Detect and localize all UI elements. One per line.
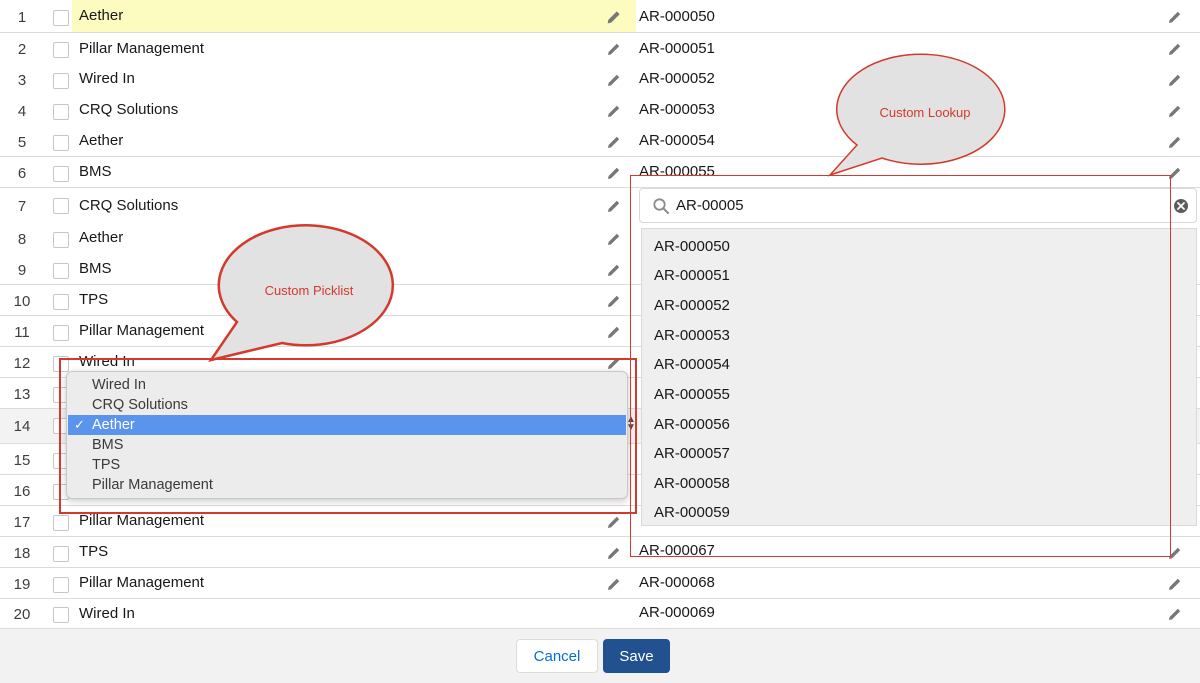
name-cell[interactable]: Pillar Management (72, 574, 636, 591)
name-cell[interactable]: BMS (72, 163, 636, 180)
pencil-icon[interactable] (1168, 607, 1182, 621)
row-checkbox[interactable] (53, 135, 69, 151)
table-row: 19 Pillar Management AR-000068 (0, 568, 1200, 599)
name-cell[interactable]: Aether (72, 229, 636, 246)
pencil-icon[interactable] (607, 166, 621, 180)
lookup-cell[interactable]: AR-000069 (632, 604, 1200, 621)
pencil-icon[interactable] (607, 73, 621, 87)
row-checkbox[interactable] (53, 198, 69, 214)
row-checkbox[interactable] (53, 546, 69, 562)
row-checkbox[interactable] (53, 294, 69, 310)
row-number: 8 (17, 231, 27, 248)
name-cell[interactable]: Aether (72, 0, 636, 32)
pencil-icon[interactable] (607, 263, 621, 277)
pencil-icon[interactable] (607, 232, 621, 246)
row-number: 17 (13, 514, 31, 531)
row-number: 1 (17, 9, 27, 26)
row-checkbox[interactable] (53, 73, 69, 89)
row-checkbox[interactable] (53, 104, 69, 120)
table-row: 3 Wired In AR-000052 (0, 64, 1200, 96)
lookup-cell[interactable]: AR-000053 (632, 101, 1200, 118)
row-number: 9 (17, 262, 27, 279)
row-number: 11 (14, 324, 30, 341)
lookup-highlight-box (630, 175, 1171, 557)
lookup-cell[interactable]: AR-000051 (632, 40, 1200, 57)
pencil-icon[interactable] (1168, 10, 1182, 24)
pencil-icon[interactable] (607, 42, 621, 56)
row-checkbox[interactable] (53, 166, 69, 182)
name-cell[interactable]: CRQ Solutions (72, 101, 636, 118)
pencil-icon[interactable] (607, 199, 621, 213)
pencil-icon[interactable] (607, 10, 621, 24)
name-cell[interactable]: Pillar Management (72, 40, 636, 57)
row-checkbox[interactable] (53, 10, 69, 26)
name-cell[interactable]: CRQ Solutions (72, 197, 636, 214)
pencil-icon[interactable] (607, 104, 621, 118)
clear-icon[interactable] (1173, 198, 1189, 214)
row-number: 2 (17, 41, 27, 58)
row-number: 16 (13, 483, 31, 500)
lookup-cell[interactable]: AR-000050 (632, 8, 1200, 25)
pencil-icon[interactable] (607, 135, 621, 149)
row-number: 6 (17, 165, 27, 182)
table-row: 2 Pillar Management AR-000051 (0, 33, 1200, 65)
row-number: 18 (13, 545, 31, 562)
pencil-icon[interactable] (607, 294, 621, 308)
pencil-icon[interactable] (1168, 135, 1182, 149)
lookup-cell[interactable]: AR-000068 (632, 574, 1200, 591)
pencil-icon[interactable] (607, 325, 621, 339)
row-checkbox[interactable] (53, 232, 69, 248)
footer-bar: Cancel Save (0, 628, 1200, 683)
name-cell[interactable]: TPS (72, 291, 636, 308)
name-cell[interactable]: Pillar Management (72, 512, 636, 529)
picklist-highlight-box (59, 358, 637, 514)
name-cell[interactable]: Aether (72, 132, 636, 149)
table-row: 1 Aether AR-000050 (0, 0, 1200, 33)
lookup-cell[interactable]: AR-000052 (632, 70, 1200, 87)
pencil-icon[interactable] (1168, 73, 1182, 87)
pencil-icon[interactable] (1168, 104, 1182, 118)
row-checkbox[interactable] (53, 515, 69, 531)
row-number: 4 (17, 103, 27, 120)
name-cell[interactable]: Pillar Management (72, 322, 636, 339)
row-number: 13 (13, 386, 31, 403)
row-checkbox[interactable] (53, 42, 69, 58)
name-cell[interactable]: Wired In (72, 70, 636, 87)
row-number: 3 (17, 72, 27, 89)
pencil-icon[interactable] (607, 515, 621, 529)
pencil-icon[interactable] (607, 577, 621, 591)
row-number: 12 (13, 355, 31, 372)
row-number: 5 (17, 134, 27, 151)
row-checkbox[interactable] (53, 577, 69, 593)
row-checkbox[interactable] (53, 607, 69, 623)
row-number: 7 (17, 198, 27, 215)
row-number: 15 (13, 452, 31, 469)
row-number: 14 (13, 418, 31, 435)
cancel-button[interactable]: Cancel (516, 639, 598, 673)
name-cell[interactable]: BMS (72, 260, 636, 277)
row-number: 10 (13, 293, 31, 310)
row-number: 20 (13, 606, 31, 623)
save-button[interactable]: Save (603, 639, 670, 673)
table-row: 20 Wired In AR-000069 (0, 599, 1200, 629)
row-checkbox[interactable] (53, 263, 69, 279)
row-checkbox[interactable] (53, 325, 69, 341)
pencil-icon[interactable] (607, 546, 621, 560)
pencil-icon[interactable] (1168, 577, 1182, 591)
table-row: 4 CRQ Solutions AR-000053 (0, 95, 1200, 127)
name-cell[interactable]: Wired In (72, 605, 636, 622)
row-number: 19 (13, 576, 31, 593)
table-row: 5 Aether AR-000054 (0, 126, 1200, 157)
name-cell[interactable]: TPS (72, 543, 636, 560)
pencil-icon[interactable] (1168, 42, 1182, 56)
lookup-cell[interactable]: AR-000054 (632, 132, 1200, 149)
